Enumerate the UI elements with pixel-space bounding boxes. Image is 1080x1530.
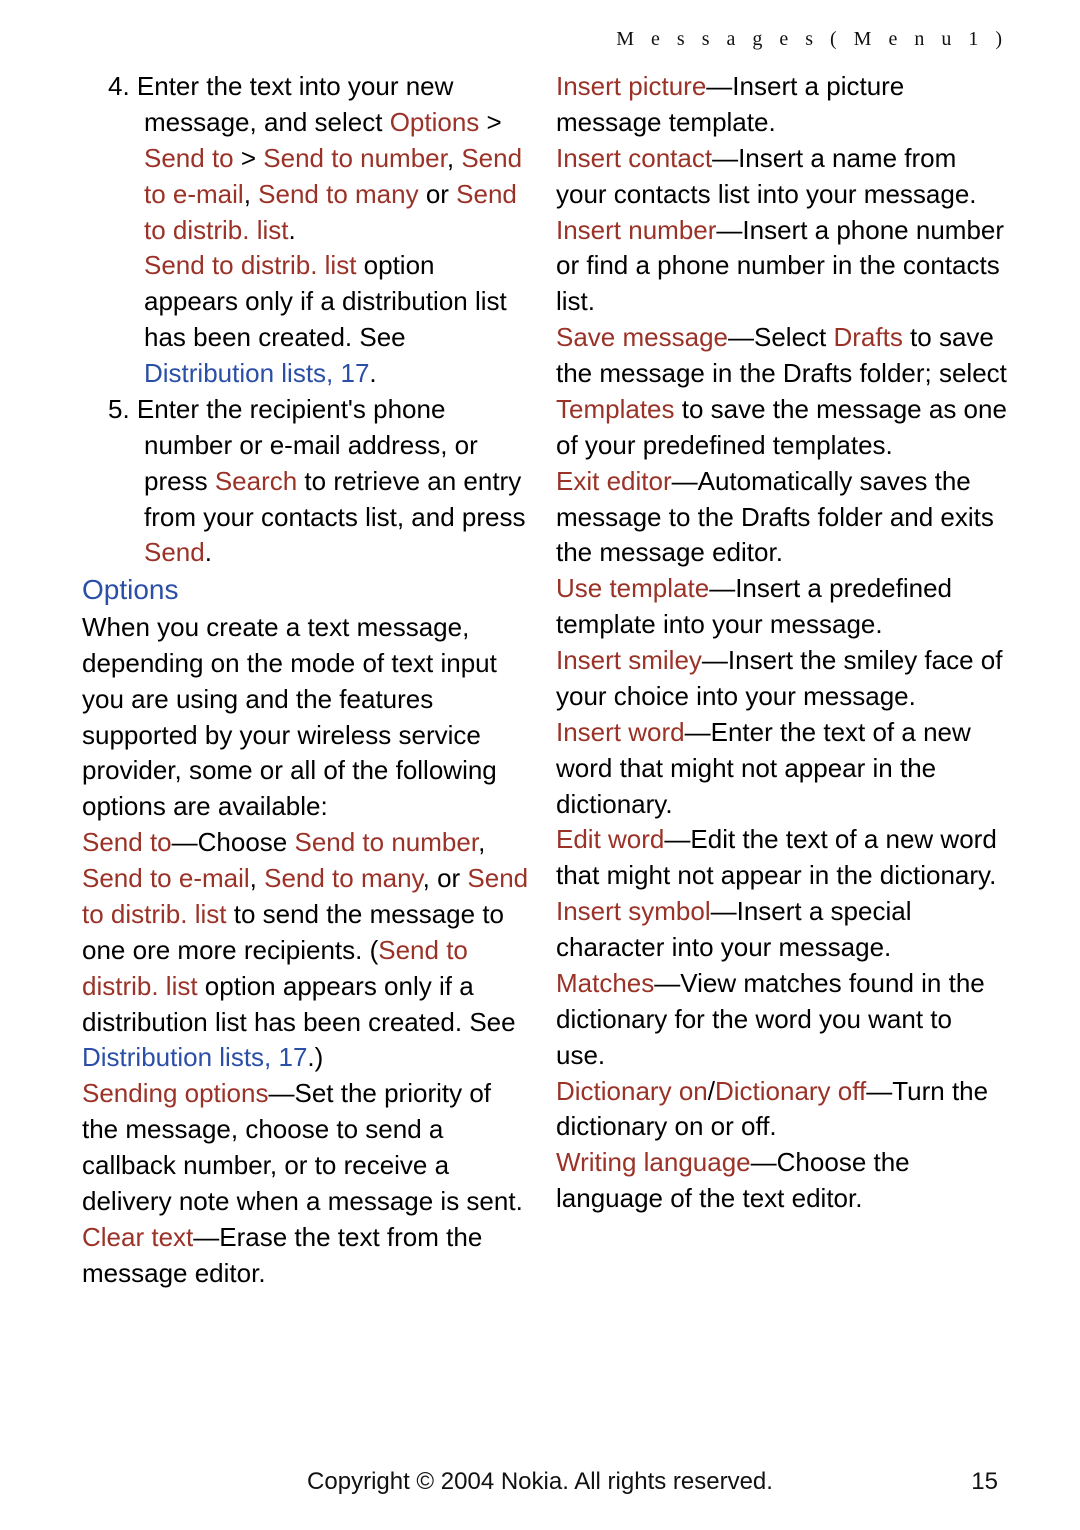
ui-term: Send to number bbox=[294, 827, 478, 857]
ui-term: Save message bbox=[556, 322, 728, 352]
text: —Choose bbox=[172, 827, 295, 857]
option-send-to: Send to—Choose Send to number, Send to e… bbox=[82, 825, 534, 1076]
page: M e s s a g e s ( M e n u 1 ) 4. Enter t… bbox=[0, 0, 1080, 1530]
option-insert-number: Insert number—Insert a phone number or f… bbox=[556, 213, 1008, 321]
ui-term: Edit word bbox=[556, 824, 664, 854]
option-dictionary: Dictionary on/Dictionary off—Turn the di… bbox=[556, 1074, 1008, 1146]
xref-link[interactable]: Distribution lists, 17 bbox=[82, 1042, 307, 1072]
ui-term: Use template bbox=[556, 573, 709, 603]
step-number: 5. bbox=[108, 394, 130, 424]
step-5: 5. Enter the recipient's phone number or… bbox=[82, 392, 534, 571]
ui-term: Insert word bbox=[556, 717, 685, 747]
option-edit-word: Edit word—Edit the text of a new word th… bbox=[556, 822, 1008, 894]
ui-term: Send to bbox=[82, 827, 172, 857]
text: > bbox=[479, 107, 501, 137]
ui-term: Send to many bbox=[264, 863, 423, 893]
option-use-template: Use template—Insert a predefined templat… bbox=[556, 571, 1008, 643]
option-insert-smiley: Insert smiley—Insert the smiley face of … bbox=[556, 643, 1008, 715]
ui-term: Insert smiley bbox=[556, 645, 702, 675]
footer-copyright: Copyright © 2004 Nokia. All rights reser… bbox=[0, 1468, 1080, 1496]
option-clear-text: Clear text—Erase the text from the messa… bbox=[82, 1220, 534, 1292]
ui-term: Drafts bbox=[833, 322, 902, 352]
ui-term: Options bbox=[390, 107, 480, 137]
ui-term: Sending options bbox=[82, 1078, 268, 1108]
xref-link[interactable]: Distribution lists, 17 bbox=[144, 358, 369, 388]
ui-term: Search bbox=[215, 466, 297, 496]
text: .) bbox=[307, 1042, 323, 1072]
options-heading: Options bbox=[82, 571, 534, 610]
ui-term: Dictionary on bbox=[556, 1076, 708, 1106]
step-4: 4. Enter the text into your new message,… bbox=[82, 69, 534, 248]
ui-term: Writing language bbox=[556, 1147, 751, 1177]
ui-term: Send to distrib. list bbox=[144, 250, 356, 280]
text: , bbox=[244, 179, 258, 209]
ui-term: Insert picture bbox=[556, 71, 706, 101]
ui-term: Clear text bbox=[82, 1222, 193, 1252]
ui-term: Matches bbox=[556, 968, 654, 998]
text: . bbox=[289, 215, 296, 245]
text: , bbox=[478, 827, 485, 857]
text: , bbox=[250, 863, 264, 893]
option-insert-symbol: Insert symbol—Insert a special character… bbox=[556, 894, 1008, 966]
body-columns: 4. Enter the text into your new message,… bbox=[82, 69, 1008, 1292]
ui-term: Dictionary off bbox=[715, 1076, 866, 1106]
ui-term: Exit editor bbox=[556, 466, 672, 496]
ui-term: Insert contact bbox=[556, 143, 712, 173]
text: . bbox=[205, 537, 212, 567]
step-4-note: Send to distrib. list option appears onl… bbox=[82, 248, 534, 392]
ui-term: Send to e-mail bbox=[82, 863, 250, 893]
option-insert-contact: Insert contact—Insert a name from your c… bbox=[556, 141, 1008, 213]
text: , or bbox=[423, 863, 468, 893]
text: > bbox=[234, 143, 264, 173]
option-writing-language: Writing language—Choose the language of … bbox=[556, 1145, 1008, 1217]
ui-term: Insert symbol bbox=[556, 896, 711, 926]
option-save-message: Save message—Select Drafts to save the m… bbox=[556, 320, 1008, 464]
options-intro: When you create a text message, dependin… bbox=[82, 610, 534, 825]
step-number: 4. bbox=[108, 71, 130, 101]
option-exit-editor: Exit editor—Automatically saves the mess… bbox=[556, 464, 1008, 572]
text: or bbox=[419, 179, 457, 209]
ui-term: Templates bbox=[556, 394, 675, 424]
page-number: 15 bbox=[971, 1468, 998, 1496]
ui-term: Insert number bbox=[556, 215, 716, 245]
text: . bbox=[369, 358, 376, 388]
text: —Select bbox=[728, 322, 834, 352]
ui-term: Send to number bbox=[263, 143, 447, 173]
option-matches: Matches—View matches found in the dictio… bbox=[556, 966, 1008, 1074]
option-insert-word: Insert word—Enter the text of a new word… bbox=[556, 715, 1008, 823]
ui-term: Send to many bbox=[258, 179, 418, 209]
ui-term: Send to bbox=[144, 143, 234, 173]
option-sending: Sending options—Set the priority of the … bbox=[82, 1076, 534, 1220]
text: , bbox=[447, 143, 461, 173]
text: / bbox=[708, 1076, 715, 1106]
option-insert-picture: Insert picture—Insert a picture message … bbox=[556, 69, 1008, 141]
running-head: M e s s a g e s ( M e n u 1 ) bbox=[82, 28, 1008, 51]
ui-term: Send bbox=[144, 537, 205, 567]
